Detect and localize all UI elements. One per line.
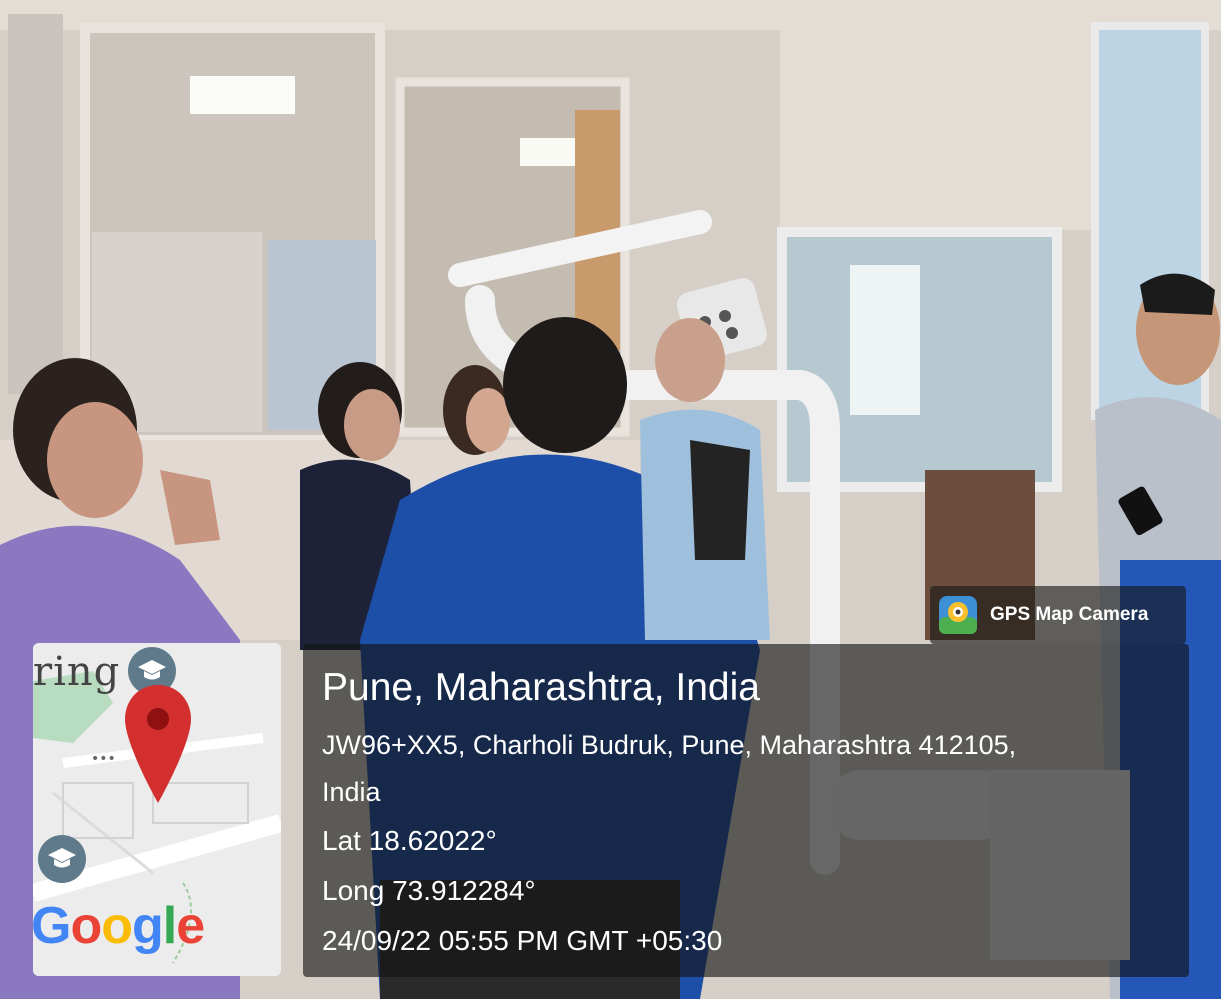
graduation-cap-icon-lower (38, 835, 86, 883)
google-logo-letter: g (131, 897, 164, 955)
google-logo: Google (33, 896, 205, 956)
address-line-1: JW96+XX5, Charholi Budruk, Pune, Maharas… (322, 730, 1017, 760)
location-title: Pune, Maharashtra, India (322, 666, 760, 709)
latitude-text: Lat 18.62022° (322, 825, 497, 856)
gps-badge-label: GPS Map Camera (990, 604, 1149, 625)
gps-map-camera-logo-icon (939, 596, 977, 634)
window-panel-left (8, 14, 63, 394)
google-logo-letter: o (101, 897, 133, 955)
google-logo-letter: e (176, 897, 205, 955)
google-logo-letter: G (33, 897, 71, 955)
longitude-text: Long 73.912284° (322, 875, 536, 906)
svg-text:•••: ••• (91, 751, 116, 767)
map-thumbnail: ••• ring Google (33, 643, 281, 976)
google-logo-letter: l (162, 897, 177, 955)
location-info-panel: Pune, Maharashtra, India JW96+XX5, Charh… (303, 644, 1189, 977)
map-snippet-text: ring (33, 649, 121, 695)
location-pin-icon (125, 685, 191, 803)
timestamp-text: 24/09/22 05:55 PM GMT +05:30 (322, 925, 723, 956)
google-logo-letter: o (70, 897, 102, 955)
gps-map-camera-badge: GPS Map Camera (930, 586, 1186, 644)
address-line-2: India (322, 777, 381, 807)
